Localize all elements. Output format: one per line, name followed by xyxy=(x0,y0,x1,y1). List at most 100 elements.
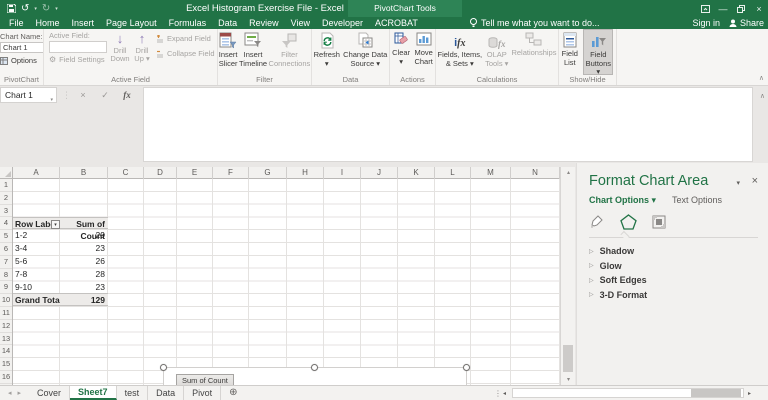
ribbon-tab[interactable]: File xyxy=(3,17,30,29)
row-header[interactable]: 4 xyxy=(0,217,12,230)
formula-bar-collapse-icon[interactable]: ∧ xyxy=(760,92,765,100)
row-header[interactable]: 3 xyxy=(0,205,12,218)
hscroll-left-icon[interactable]: ◂ xyxy=(503,390,506,397)
pivot-data-row[interactable]: 3-423 xyxy=(13,242,108,255)
insert-function-icon[interactable]: fx xyxy=(116,90,138,100)
expand-triangle-icon[interactable]: ▷ xyxy=(589,277,594,284)
vertical-scrollbar[interactable]: ▴ ▾ xyxy=(560,167,575,385)
pivot-cell[interactable]: 1-2 xyxy=(13,229,60,242)
column-header[interactable]: L xyxy=(435,167,471,179)
chart-handle-top-left[interactable] xyxy=(160,364,167,371)
scroll-up-icon[interactable]: ▴ xyxy=(561,169,576,176)
panel-section[interactable]: ▷Glow xyxy=(589,259,758,274)
pivot-table[interactable]: Row LabelsSum of Count▾1-2293-4235-6267-… xyxy=(13,217,108,307)
pivot-cell[interactable]: 26 xyxy=(60,255,108,268)
column-headers[interactable]: ABCDEFGHIJKLMN xyxy=(0,167,560,179)
ribbon-tab[interactable]: Home xyxy=(30,17,66,29)
row-header[interactable]: 1 xyxy=(0,179,12,192)
ribbon-tab[interactable]: Page Layout xyxy=(100,17,163,29)
fields-items-sets-button[interactable]: ifx Fields, Items, & Sets ▾ xyxy=(438,29,483,75)
size-properties-icon[interactable] xyxy=(651,214,667,230)
clear-button[interactable]: Clear ▾ xyxy=(392,29,410,75)
vertical-scrollbar-thumb[interactable] xyxy=(563,345,573,372)
row-header[interactable]: 6 xyxy=(0,243,12,256)
column-header[interactable]: D xyxy=(144,167,177,179)
fill-line-icon[interactable] xyxy=(589,215,606,230)
collapse-ribbon-icon[interactable]: ∧ xyxy=(759,74,764,82)
panel-section[interactable]: ▷Shadow xyxy=(589,244,758,259)
pivot-cell[interactable]: Sum of Count xyxy=(60,218,108,229)
pivot-data-row[interactable]: 1-229 xyxy=(13,229,108,242)
chart-options-tab[interactable]: Chart Options ▾ xyxy=(589,195,656,206)
pivot-cell[interactable]: Grand Total xyxy=(13,294,60,305)
cancel-icon[interactable]: × xyxy=(72,90,94,100)
panel-section[interactable]: ▷Soft Edges xyxy=(589,273,758,288)
ribbon-tab[interactable]: Formulas xyxy=(163,17,213,29)
name-box[interactable]: Chart 1▾ xyxy=(0,87,57,103)
hscroll-right-icon[interactable]: ▸ xyxy=(748,390,751,397)
pivot-data-row[interactable]: 7-828 xyxy=(13,268,108,281)
row-header[interactable]: 7 xyxy=(0,256,12,269)
chart-handle-top-right[interactable] xyxy=(463,364,470,371)
column-header[interactable]: I xyxy=(324,167,361,179)
column-header[interactable]: H xyxy=(287,167,324,179)
formula-input[interactable] xyxy=(143,87,753,162)
sheet-tab[interactable]: Sheet7 xyxy=(70,386,117,400)
move-chart-button[interactable]: Move Chart xyxy=(414,29,432,75)
pivot-cell[interactable]: 23 xyxy=(60,242,108,255)
field-list-button[interactable]: Field List xyxy=(562,29,578,75)
pivot-cell[interactable]: 5-6 xyxy=(13,255,60,268)
pivot-cell[interactable]: 23 xyxy=(60,281,108,294)
share-button[interactable]: Share xyxy=(729,17,764,29)
row-header[interactable]: 15 xyxy=(0,358,12,371)
insert-timeline-button[interactable]: Insert Timeline xyxy=(239,29,267,75)
row-header[interactable]: 5 xyxy=(0,230,12,243)
pivot-cell[interactable]: 7-8 xyxy=(13,268,60,281)
ribbon-tab[interactable]: Review xyxy=(243,17,285,29)
column-header[interactable]: F xyxy=(213,167,249,179)
expand-triangle-icon[interactable]: ▷ xyxy=(589,262,594,269)
effects-icon[interactable] xyxy=(620,214,637,230)
insert-slicer-button[interactable]: Insert Slicer xyxy=(219,29,238,75)
chart-name-input[interactable]: Chart 1 xyxy=(0,42,44,53)
pivot-chart[interactable]: Sum of Count 353025201510501-23-45-67-89… xyxy=(163,367,467,385)
enter-icon[interactable]: ✓ xyxy=(94,90,116,101)
options-button[interactable]: Options xyxy=(0,56,43,65)
row-header[interactable]: 16 xyxy=(0,371,12,384)
minimize-icon[interactable]: — xyxy=(714,4,732,14)
sheet-tab[interactable]: test xyxy=(117,386,149,400)
refresh-button[interactable]: Refresh ▾ xyxy=(314,29,340,75)
sheet-tab[interactable]: Pivot xyxy=(184,386,221,400)
pivot-cell[interactable]: 129 xyxy=(60,294,108,305)
sheet-nav-left-icon[interactable]: ◂ xyxy=(8,389,12,397)
ribbon-tab[interactable]: Insert xyxy=(66,17,101,29)
chart-handle-top-middle[interactable] xyxy=(311,364,318,371)
horizontal-scrollbar[interactable] xyxy=(512,388,744,398)
restore-icon[interactable] xyxy=(732,5,750,13)
row-header[interactable]: 11 xyxy=(0,307,12,320)
sheet-tab[interactable]: Data xyxy=(148,386,184,400)
row-header[interactable]: 9 xyxy=(0,281,12,294)
horizontal-scrollbar-thumb[interactable] xyxy=(691,389,741,397)
column-header[interactable]: G xyxy=(249,167,287,179)
ribbon-tab[interactable]: Data xyxy=(212,17,243,29)
scroll-down-icon[interactable]: ▾ xyxy=(561,376,576,383)
pivot-cell[interactable]: 29 xyxy=(60,229,108,242)
row-header[interactable]: 14 xyxy=(0,345,12,358)
ribbon-tab[interactable]: Developer xyxy=(316,17,369,29)
column-header[interactable]: J xyxy=(361,167,398,179)
pivot-cell[interactable]: 28 xyxy=(60,268,108,281)
sheet-tab[interactable]: Cover xyxy=(29,386,70,400)
pivot-data-row[interactable]: 5-626 xyxy=(13,255,108,268)
tell-me-box[interactable]: Tell me what you want to do... xyxy=(470,17,600,29)
ribbon-tab[interactable]: ACROBAT xyxy=(369,17,424,29)
name-box-caret-icon[interactable]: ▾ xyxy=(50,93,53,107)
value-field-button[interactable]: Sum of Count xyxy=(176,374,234,385)
save-icon[interactable] xyxy=(7,4,16,13)
pane-close-icon[interactable]: × xyxy=(752,175,758,187)
column-header[interactable]: K xyxy=(398,167,435,179)
pivot-total-row[interactable]: Grand Total129 xyxy=(13,293,108,306)
field-buttons-button[interactable]: Field Buttons ▾ xyxy=(583,29,613,75)
column-header[interactable]: M xyxy=(471,167,511,179)
pivot-cell[interactable]: 3-4 xyxy=(13,242,60,255)
